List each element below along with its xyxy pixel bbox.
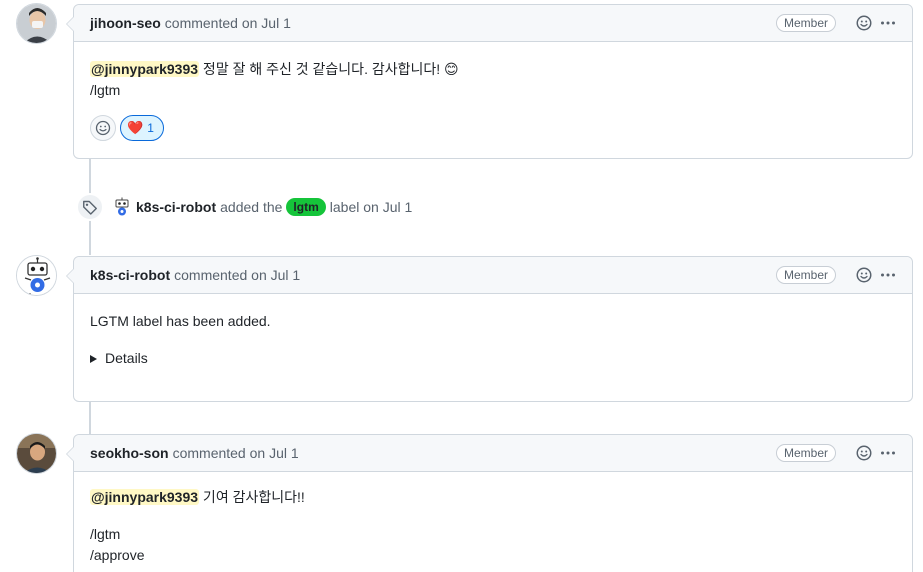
comment-timestamp[interactable]: commented on Jul 1 bbox=[173, 445, 299, 461]
heart-reaction-button[interactable]: ❤️ 1 bbox=[120, 115, 164, 141]
user-mention[interactable]: @jinnypark9393 bbox=[90, 489, 200, 505]
comment-header: seokho-son commented on Jul 1 Member bbox=[74, 435, 912, 472]
comment-body: @jinnypark9393 정말 잘 해 주신 것 같습니다. 감사합니다! … bbox=[74, 42, 912, 101]
kebab-horizontal-icon[interactable] bbox=[880, 445, 896, 461]
comment-line: /approve bbox=[90, 547, 145, 563]
details-toggle[interactable]: Details bbox=[90, 348, 896, 369]
comment-card: seokho-son commented on Jul 1 Member @ji… bbox=[66, 434, 913, 572]
smiley-icon[interactable] bbox=[856, 267, 872, 283]
timeline-line bbox=[89, 401, 91, 434]
comment-header: k8s-ci-robot commented on Jul 1 Member bbox=[74, 257, 912, 294]
comment-line: @jinnypark9393 정말 잘 해 주신 것 같습니다. 감사합니다! … bbox=[90, 59, 896, 80]
smiley-icon[interactable] bbox=[856, 15, 872, 31]
comment-line: LGTM label has been added. bbox=[90, 313, 271, 329]
comment-text: 정말 잘 해 주신 것 같습니다. 감사합니다! 😊 bbox=[199, 61, 459, 77]
smiley-icon[interactable] bbox=[856, 445, 872, 461]
comment-text: 기여 감사합니다!! bbox=[199, 489, 305, 505]
member-badge: Member bbox=[775, 14, 836, 32]
reaction-count: 1 bbox=[147, 121, 154, 135]
avatar-seokho-son[interactable] bbox=[16, 433, 57, 474]
comment-author[interactable]: jihoon-seo bbox=[90, 15, 161, 31]
avatar-k8s-ci-robot[interactable] bbox=[16, 255, 57, 296]
kebab-horizontal-icon[interactable] bbox=[880, 267, 896, 283]
comment-author[interactable]: k8s-ci-robot bbox=[90, 267, 170, 283]
comment-card: k8s-ci-robot commented on Jul 1 Member L… bbox=[66, 256, 913, 402]
comment-body: @jinnypark9393 기여 감사합니다!! /lgtm /approve bbox=[74, 472, 912, 566]
comment-line: /lgtm bbox=[90, 526, 121, 542]
smiley-icon bbox=[95, 120, 111, 136]
event-actor[interactable]: k8s-ci-robot bbox=[136, 199, 216, 215]
member-badge: Member bbox=[775, 266, 836, 284]
reactions-bar: ❤️ 1 bbox=[74, 101, 912, 155]
user-mention[interactable]: @jinnypark9393 bbox=[90, 61, 200, 77]
lgtm-label[interactable]: lgtm bbox=[286, 198, 326, 216]
comment-card: jihoon-seo commented on Jul 1 Member @ji… bbox=[66, 4, 913, 159]
event-text: added the bbox=[220, 199, 283, 215]
comment-line: @jinnypark9393 기여 감사합니다!! bbox=[90, 487, 896, 508]
details-label: Details bbox=[105, 350, 148, 366]
comment-header: jihoon-seo commented on Jul 1 Member bbox=[74, 5, 912, 42]
triangle-right-icon bbox=[90, 354, 97, 363]
comment-timestamp[interactable]: commented on Jul 1 bbox=[165, 15, 291, 31]
comment-line: /lgtm bbox=[90, 82, 121, 98]
comment-author[interactable]: seokho-son bbox=[90, 445, 169, 461]
heart-icon: ❤️ bbox=[127, 120, 144, 135]
comment-body: LGTM label has been added. Details bbox=[74, 294, 912, 369]
avatar-jihoon-seo[interactable] bbox=[16, 3, 57, 44]
member-badge: Member bbox=[775, 444, 836, 462]
comment-timestamp[interactable]: commented on Jul 1 bbox=[174, 267, 300, 283]
event-text: label on Jul 1 bbox=[329, 199, 413, 215]
kebab-horizontal-icon[interactable] bbox=[880, 15, 896, 31]
tag-icon bbox=[76, 193, 104, 221]
pr-timeline: jihoon-seo commented on Jul 1 Member @ji… bbox=[0, 0, 923, 572]
add-reaction-button[interactable] bbox=[90, 115, 116, 141]
robot-avatar[interactable] bbox=[112, 197, 132, 217]
label-added-event: k8s-ci-robot added the lgtm label on Jul… bbox=[76, 193, 412, 221]
